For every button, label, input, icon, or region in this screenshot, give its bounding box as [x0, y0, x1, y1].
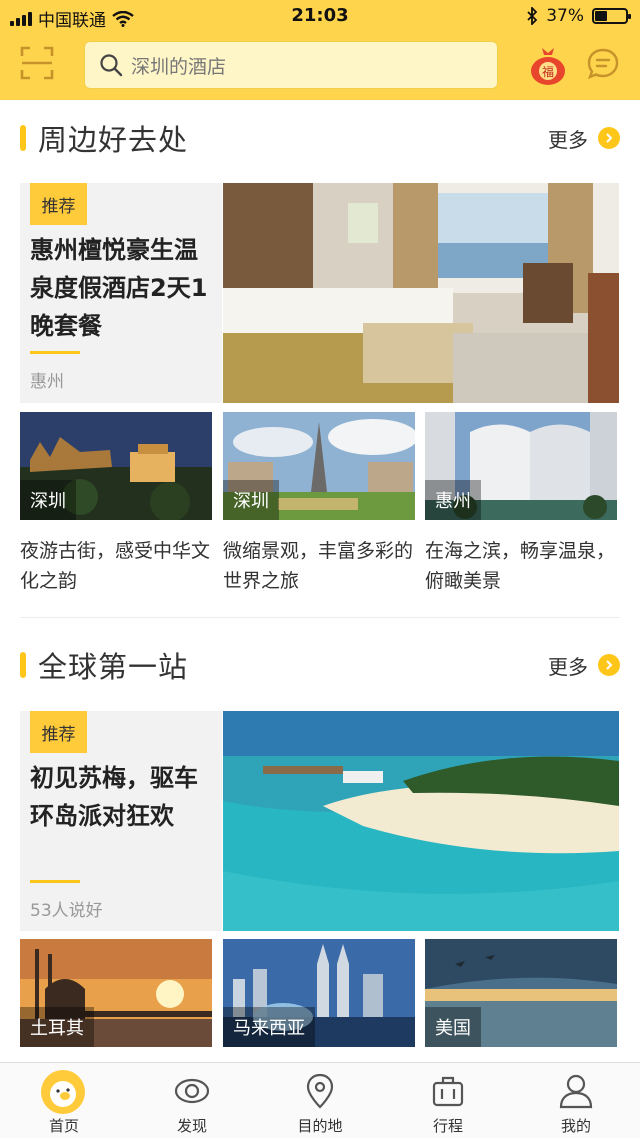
- feature-title: 惠州檀悦豪生温泉度假酒店2天1晚套餐: [30, 236, 208, 340]
- message-icon[interactable]: [586, 47, 620, 81]
- card-description: 在海之滨，畅享温泉，俯瞰美景: [425, 540, 616, 592]
- user-icon: [559, 1074, 593, 1109]
- scan-icon[interactable]: [20, 46, 54, 80]
- chevron-right-icon: [598, 127, 620, 149]
- card-location: 美国: [425, 1007, 481, 1047]
- bottom-tab-bar: 首页 发现 目的地 行程 我的: [0, 1062, 640, 1138]
- card-location: 土耳其: [20, 1007, 94, 1047]
- location-pin-icon: [306, 1073, 334, 1109]
- more-link-nearby[interactable]: 更多: [548, 118, 620, 158]
- tab-label: 行程: [432, 1117, 463, 1135]
- more-label: 更多: [548, 654, 588, 679]
- destination-card[interactable]: 惠州 在海之滨，畅享温泉，俯瞰美景: [425, 412, 617, 596]
- search-icon: [100, 54, 123, 77]
- tab-label: 目的地: [297, 1117, 343, 1135]
- feature-card-global[interactable]: 推荐 初见苏梅，驱车环岛派对狂欢 53人说好: [20, 711, 222, 931]
- card-image: 深圳: [20, 412, 212, 520]
- home-pig-icon: [41, 1070, 85, 1114]
- feature-location: 惠州: [30, 372, 64, 392]
- card-description: 微缩景观，丰富多彩的世界之旅: [223, 540, 414, 592]
- tab-label: 我的: [560, 1117, 591, 1135]
- section-divider: [20, 617, 620, 618]
- title-underline: [30, 351, 80, 354]
- tab-home[interactable]: 首页: [0, 1063, 128, 1138]
- recommend-tag: 推荐: [30, 711, 87, 753]
- section-title-text: 周边好去处: [38, 123, 189, 157]
- eye-icon: [174, 1078, 210, 1104]
- luggage-icon: [432, 1076, 464, 1107]
- card-location: 马来西亚: [223, 1007, 315, 1047]
- destination-card[interactable]: 马来西亚: [223, 939, 415, 1047]
- card-location: 惠州: [425, 480, 481, 520]
- card-description: 夜游古街，感受中华文化之韵: [20, 540, 211, 592]
- more-link-global[interactable]: 更多: [548, 645, 620, 685]
- feature-card-nearby[interactable]: 推荐 惠州檀悦豪生温泉度假酒店2天1晚套餐 惠州: [20, 183, 222, 403]
- feature-subtitle: 53人说好: [30, 901, 103, 921]
- card-image: 土耳其: [20, 939, 212, 1047]
- card-location: 深圳: [20, 480, 76, 520]
- section-title-global: 全球第一站: [20, 645, 188, 685]
- destination-card[interactable]: 深圳 微缩景观，丰富多彩的世界之旅: [223, 412, 415, 596]
- destination-card[interactable]: 土耳其: [20, 939, 212, 1047]
- header: 中国联通 21:03 37% 深圳的酒店 福: [0, 0, 640, 100]
- destination-card[interactable]: 深圳 夜游古街，感受中华文化之韵: [20, 412, 212, 596]
- card-location: 深圳: [223, 480, 279, 520]
- fortune-bag-icon[interactable]: 福: [528, 44, 568, 86]
- tab-mine[interactable]: 我的: [512, 1063, 640, 1138]
- recommend-tag: 推荐: [30, 183, 87, 225]
- tab-destination[interactable]: 目的地: [256, 1063, 384, 1138]
- battery-percent: 37%: [546, 6, 584, 26]
- section-accent-bar: [20, 125, 26, 151]
- section-accent-bar: [20, 652, 26, 678]
- title-underline: [30, 880, 80, 883]
- section-title-text: 全球第一站: [38, 650, 189, 684]
- status-bar: 中国联通 21:03 37%: [0, 0, 640, 34]
- destination-card[interactable]: 美国: [425, 939, 617, 1047]
- tab-discover[interactable]: 发现: [128, 1063, 256, 1138]
- app-screen: 中国联通 21:03 37% 深圳的酒店 福 周边好去处 更多 推荐 惠州檀悦豪…: [0, 0, 640, 1138]
- section-title-nearby: 周边好去处: [20, 118, 188, 158]
- search-placeholder: 深圳的酒店: [131, 55, 227, 78]
- card-image: 美国: [425, 939, 617, 1047]
- battery-level: [595, 11, 607, 21]
- feature-title: 初见苏梅，驱车环岛派对狂欢: [30, 764, 198, 830]
- more-label: 更多: [548, 127, 588, 152]
- card-image: 深圳: [223, 412, 415, 520]
- fu-text: 福: [542, 64, 554, 79]
- card-image: 惠州: [425, 412, 617, 520]
- card-image: 马来西亚: [223, 939, 415, 1047]
- chevron-right-icon: [598, 654, 620, 676]
- search-input[interactable]: 深圳的酒店: [84, 41, 498, 89]
- bluetooth-icon: [527, 7, 538, 25]
- island-beach-image[interactable]: [223, 711, 619, 931]
- battery-icon: [592, 8, 631, 24]
- tab-label: 首页: [48, 1117, 79, 1135]
- hotel-room-image[interactable]: [223, 183, 619, 403]
- tab-trips[interactable]: 行程: [384, 1063, 512, 1138]
- tab-label: 发现: [176, 1117, 207, 1135]
- status-right: 37%: [526, 6, 631, 26]
